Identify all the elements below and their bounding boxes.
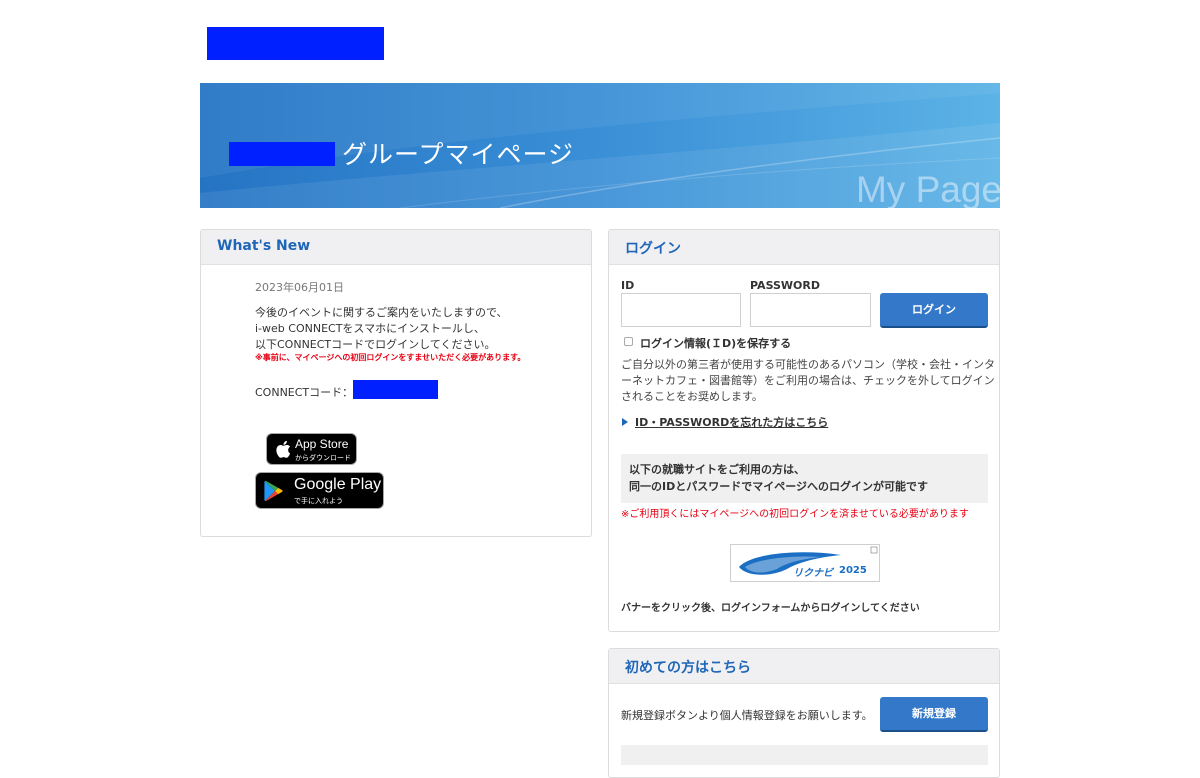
first-time-gray-box bbox=[621, 745, 988, 765]
news-line: 今後のイベントに関するご案内をいたしますので、 bbox=[255, 306, 508, 319]
google-play-badge[interactable]: Google Play で手に入れよう bbox=[255, 472, 384, 509]
id-label: ID bbox=[621, 279, 635, 292]
app-store-sublabel: からダウンロード bbox=[295, 454, 351, 462]
mypage-banner: グループマイページ My Page bbox=[200, 83, 1000, 208]
login-note-line: されることをお奨めします。 bbox=[621, 390, 763, 403]
google-play-icon bbox=[264, 480, 283, 502]
password-label: PASSWORD bbox=[750, 279, 821, 292]
login-note-line: ご自分以外の第三者が使用する可能性のあるパソコン（学校・会社・インタ bbox=[621, 358, 995, 371]
remember-label[interactable]: ログイン情報(ＩD)を保存する bbox=[640, 335, 791, 351]
remember-checkbox[interactable] bbox=[624, 337, 633, 346]
job-site-line: 同一のIDとパスワードでマイページへのログインが可能です bbox=[629, 480, 929, 493]
news-line: i-web CONNECTをスマホにインストールし、 bbox=[255, 322, 485, 335]
forgot-password-link[interactable]: ID・PASSWORDを忘れた方はこちら bbox=[635, 414, 828, 430]
first-time-heading: 初めての方はこちら bbox=[609, 649, 999, 684]
google-play-label: Google Play bbox=[294, 476, 382, 493]
banner-title: グループマイページ bbox=[342, 140, 575, 169]
news-warning: ※事前に、マイページへの初回ログインをすませいただく必要があります。 bbox=[255, 353, 526, 362]
login-note-line: ーネットカフェ・図書館等）をご利用の場合は、チェックを外してログイン bbox=[621, 374, 995, 387]
google-play-sublabel: で手に入れよう bbox=[294, 497, 343, 505]
news-line: 以下CONNECTコードでログインしてください。 bbox=[255, 338, 496, 351]
rikunabi-banner[interactable]: リクナビ 2025 bbox=[730, 544, 880, 582]
whats-new-panel: What's New 2023年06月01日 今後のイベントに関するご案内をいた… bbox=[200, 229, 592, 537]
app-store-label: App Store bbox=[295, 437, 349, 451]
id-input[interactable] bbox=[621, 293, 741, 327]
company-logo-redacted bbox=[207, 27, 384, 60]
job-site-info-box: 以下の就職サイトをご利用の方は、 同一のIDとパスワードでマイページへのログイン… bbox=[621, 454, 988, 503]
app-store-badge[interactable]: App Store からダウンロード bbox=[266, 433, 357, 465]
first-time-panel: 初めての方はこちら 新規登録ボタンより個人情報登録をお願いします。 新規登録 bbox=[608, 648, 1000, 778]
login-heading: ログイン bbox=[609, 230, 999, 265]
register-button[interactable]: 新規登録 bbox=[880, 697, 988, 732]
login-button[interactable]: ログイン bbox=[880, 293, 988, 328]
rikunabi-label: リクナビ bbox=[793, 568, 833, 579]
first-time-text: 新規登録ボタンより個人情報登録をお願いします。 bbox=[621, 709, 873, 722]
job-site-warning: ※ご利用頂くにはマイページへの初回ログインを済ませている必要があります bbox=[621, 509, 969, 520]
password-input[interactable] bbox=[750, 293, 871, 327]
banner-click-note: バナーをクリック後、ログインフォームからログインしてください bbox=[621, 603, 920, 614]
apple-icon bbox=[276, 440, 291, 458]
company-name-redacted bbox=[229, 142, 335, 166]
news-date: 2023年06月01日 bbox=[255, 281, 344, 294]
job-site-line: 以下の就職サイトをご利用の方は、 bbox=[629, 463, 805, 476]
rikunabi-year: 2025 bbox=[839, 565, 867, 576]
login-panel: ログイン ID PASSWORD ログイン ログイン情報(ＩD)を保存する ご自… bbox=[608, 229, 1000, 632]
banner-watermark: My Page bbox=[855, 169, 1000, 208]
connect-code-redacted bbox=[353, 380, 438, 399]
connect-code-label: CONNECTコード： bbox=[255, 386, 354, 399]
whats-new-heading: What's New bbox=[201, 230, 591, 265]
arrow-right-icon bbox=[622, 418, 628, 426]
